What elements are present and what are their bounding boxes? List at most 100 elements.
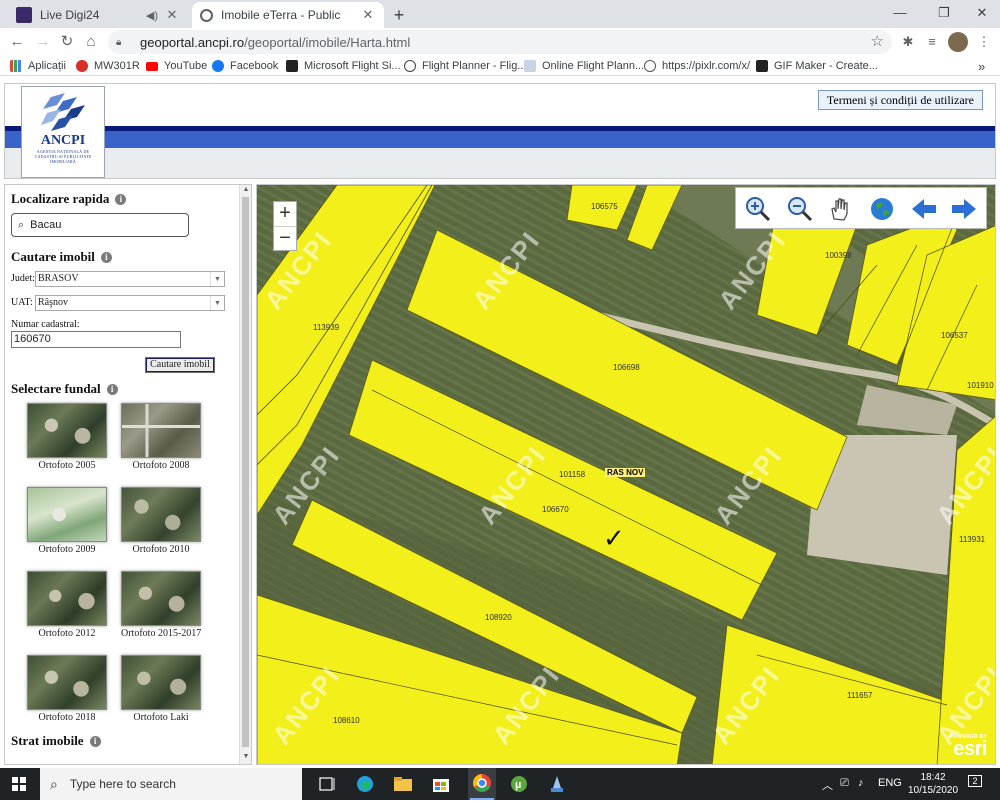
ancpi-logo[interactable]: ANCPI AGENȚIA NAȚIONALĂ DE CADASTRU ȘI P… bbox=[21, 86, 105, 178]
parcel-number[interactable]: 113931 bbox=[959, 535, 985, 544]
parcel-number[interactable]: 113939 bbox=[313, 323, 339, 332]
utorrent-icon[interactable]: µ bbox=[508, 774, 530, 794]
parcel-number[interactable]: 101158 bbox=[559, 470, 585, 479]
scroll-up-icon[interactable]: ▲ bbox=[240, 186, 251, 196]
bookmark-gif-maker[interactable]: GIF Maker - Create... bbox=[756, 58, 878, 74]
info-icon[interactable]: i bbox=[100, 251, 112, 263]
windows-taskbar: ⌕ Type here to search µ ︿ ⎚ ♪ ENG 18:42 … bbox=[0, 768, 1000, 800]
basemap-ortofoto-2009[interactable]: Ortofoto 2009 bbox=[27, 487, 107, 555]
bookmark-flight-planner[interactable]: Flight Planner - Flig... bbox=[404, 58, 527, 74]
edge-browser-icon[interactable] bbox=[354, 774, 376, 794]
bookmarks-overflow-button[interactable]: » bbox=[978, 58, 985, 74]
parcel-number[interactable]: 106575 bbox=[591, 202, 618, 211]
volume-icon[interactable]: ♪ bbox=[858, 777, 864, 789]
notifications-icon[interactable]: 2 bbox=[968, 775, 982, 787]
planner-page-icon bbox=[524, 60, 536, 72]
cadastral-label: Numar cadastral: bbox=[11, 319, 80, 330]
quick-locate-input[interactable]: ⌕ Bacau bbox=[11, 213, 189, 237]
bookmark-online-flight-planner[interactable]: Online Flight Plann... bbox=[524, 58, 644, 74]
minimize-button[interactable]: — bbox=[880, 0, 920, 28]
parcel-number[interactable]: 106670 bbox=[542, 505, 569, 514]
parcel-number[interactable]: 106537 bbox=[941, 331, 968, 340]
basemap-caption: Ortofoto 2008 bbox=[132, 460, 190, 471]
restore-button[interactable]: ❐ bbox=[924, 0, 964, 28]
task-view-icon[interactable] bbox=[316, 774, 338, 794]
close-tab-icon[interactable]: ✕ bbox=[164, 7, 180, 23]
tab-imobile-eterra[interactable]: Imobile eTerra - Public ✕ bbox=[192, 2, 384, 28]
show-hidden-icons-chevron-icon[interactable]: ︿ bbox=[822, 777, 833, 793]
panel-scrollbar[interactable]: ▲ ▼ bbox=[239, 185, 251, 764]
forward-button[interactable]: → bbox=[32, 31, 54, 53]
parcel-number[interactable]: 111657 bbox=[847, 691, 873, 700]
previous-extent-arrow-icon[interactable] bbox=[910, 195, 938, 223]
clock-time: 18:42 bbox=[920, 772, 946, 783]
info-icon[interactable]: i bbox=[106, 383, 118, 395]
profile-avatar[interactable] bbox=[948, 32, 968, 52]
uat-select[interactable]: Râşnov ▼ bbox=[35, 295, 225, 311]
chrome-taskbar-icon[interactable] bbox=[468, 768, 496, 800]
zoom-out-tool-icon[interactable] bbox=[786, 195, 814, 223]
app-taskbar-icon[interactable] bbox=[546, 774, 568, 794]
esri-attribution[interactable]: POWERED BY esri bbox=[950, 734, 988, 759]
reload-button[interactable]: ↻ bbox=[56, 31, 78, 53]
bookmark-flight-sim[interactable]: Microsoft Flight Si... bbox=[286, 58, 401, 74]
parcel-number[interactable]: 108920 bbox=[485, 613, 512, 622]
basemap-ortofoto-2010[interactable]: Ortofoto 2010 bbox=[121, 487, 201, 555]
microsoft-store-icon[interactable] bbox=[430, 774, 452, 794]
map-view[interactable]: ANCPI ANCPI ANCPI ANCPI ANCPI ANCPI ANCP… bbox=[256, 184, 996, 765]
close-tab-icon[interactable]: ✕ bbox=[360, 7, 376, 23]
language-indicator[interactable]: ENG bbox=[878, 777, 902, 789]
zoom-in-tool-icon[interactable] bbox=[744, 195, 772, 223]
chevron-down-icon: ▼ bbox=[210, 272, 224, 286]
reading-list-icon[interactable]: ≡ bbox=[922, 32, 942, 52]
basemap-ortofoto-2018[interactable]: Ortofoto 2018 bbox=[27, 655, 107, 723]
address-bar[interactable]: 🔒︎ geoportal.ancpi.ro /geoportal/imobile… bbox=[108, 30, 892, 54]
basemap-ortofoto-2008[interactable]: Ortofoto 2008 bbox=[121, 403, 201, 471]
bookmark-star-icon[interactable]: ☆ bbox=[871, 32, 884, 50]
property-search-heading: Cautare imobil i bbox=[11, 249, 112, 265]
basemap-caption: Ortofoto 2009 bbox=[38, 544, 96, 555]
home-button[interactable]: ⌂ bbox=[80, 31, 102, 53]
taskbar-search-input[interactable]: ⌕ Type here to search bbox=[40, 768, 302, 800]
basemap-ortofoto-laki[interactable]: Ortofoto Laki bbox=[121, 655, 201, 723]
bookmark-facebook[interactable]: Facebook bbox=[212, 58, 278, 74]
terms-button[interactable]: Termeni și condiții de utilizare bbox=[817, 90, 983, 110]
new-tab-button[interactable]: + bbox=[388, 4, 410, 26]
basemap-ortofoto-2012[interactable]: Ortofoto 2012 bbox=[27, 571, 107, 639]
speaker-icon[interactable]: ◀︎) bbox=[146, 9, 158, 22]
scroll-down-icon[interactable]: ▼ bbox=[240, 753, 251, 763]
info-icon[interactable]: i bbox=[89, 735, 101, 747]
pan-hand-icon[interactable] bbox=[826, 195, 854, 223]
file-explorer-icon[interactable] bbox=[392, 774, 414, 794]
bookmark-youtube[interactable]: YouTube bbox=[146, 58, 207, 74]
search-property-button[interactable]: Cautare imobil bbox=[145, 357, 215, 373]
extensions-puzzle-icon[interactable]: ✱ bbox=[898, 32, 918, 52]
full-extent-globe-icon[interactable] bbox=[868, 195, 896, 223]
taskbar-clock[interactable]: 18:42 10/15/2020 bbox=[908, 771, 958, 797]
parcel-number[interactable]: 106698 bbox=[613, 363, 640, 372]
menu-dots-icon[interactable]: ⋮ bbox=[974, 32, 994, 52]
network-icon[interactable]: ⎚ bbox=[840, 777, 849, 790]
windows-start-icon[interactable] bbox=[12, 777, 26, 791]
flight-sim-icon bbox=[286, 60, 298, 72]
bookmark-label: https://pixlr.com/x/ bbox=[662, 60, 751, 72]
lock-icon[interactable]: 🔒︎ bbox=[116, 37, 130, 48]
back-button[interactable]: ← bbox=[6, 31, 28, 53]
tab-live-digi24[interactable]: Live Digi24 ◀︎) ✕ bbox=[8, 2, 188, 28]
bookmark-apps[interactable]: Aplicații bbox=[10, 58, 66, 74]
basemap-ortofoto-2005[interactable]: Ortofoto 2005 bbox=[27, 403, 107, 471]
parcel-number[interactable]: 108610 bbox=[333, 716, 360, 725]
zoom-in-button[interactable]: + bbox=[274, 202, 296, 226]
close-window-button[interactable]: ✕ bbox=[962, 0, 1000, 28]
scroll-thumb[interactable] bbox=[242, 197, 249, 747]
bookmark-mw301r[interactable]: MW301R bbox=[76, 58, 140, 74]
cadastral-number-input[interactable]: 160670 bbox=[11, 331, 181, 348]
zoom-out-button[interactable]: − bbox=[274, 226, 296, 250]
next-extent-arrow-icon[interactable] bbox=[950, 195, 978, 223]
parcel-number[interactable]: 100398 bbox=[825, 251, 852, 260]
info-icon[interactable]: i bbox=[115, 193, 127, 205]
parcel-number[interactable]: 101910 bbox=[967, 381, 994, 390]
county-select[interactable]: BRASOV ▼ bbox=[35, 271, 225, 287]
bookmark-pixlr[interactable]: https://pixlr.com/x/ bbox=[644, 58, 750, 74]
basemap-ortofoto-2015-2017[interactable]: Ortofoto 2015-2017 bbox=[121, 571, 201, 639]
